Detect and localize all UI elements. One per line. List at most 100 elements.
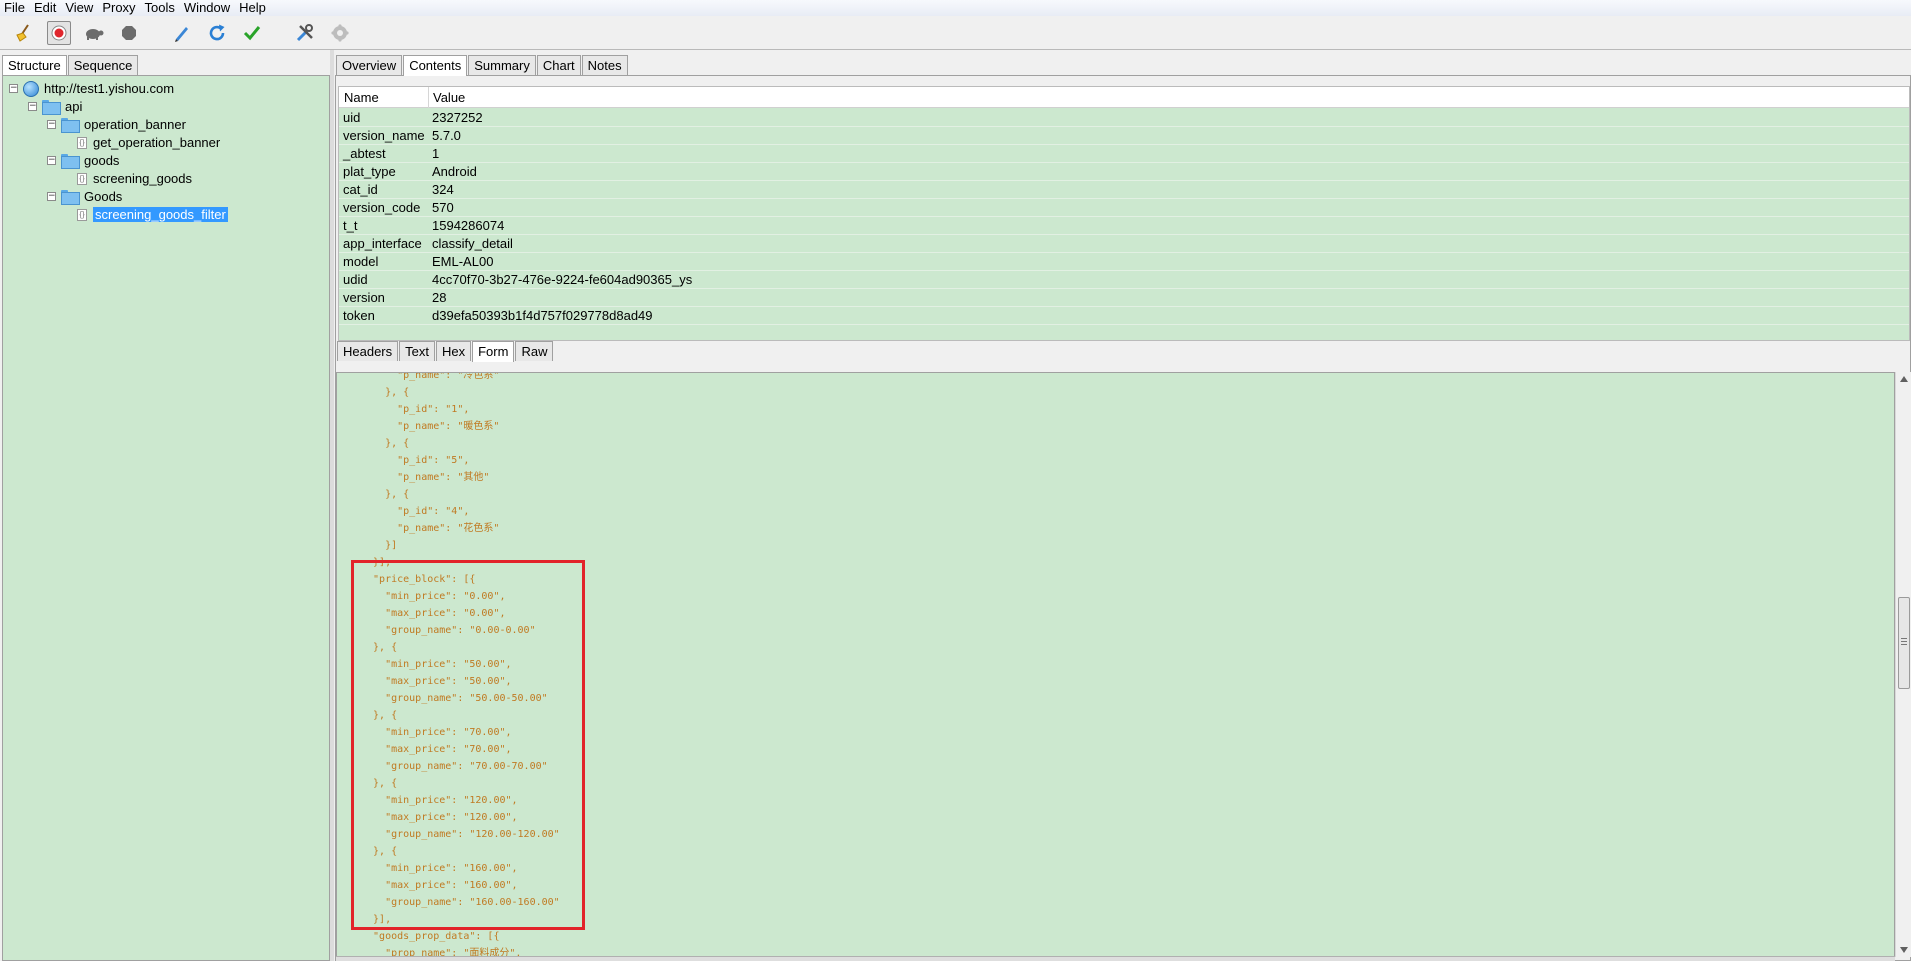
settings-icon bbox=[331, 23, 349, 42]
scroll-thumb[interactable] bbox=[1898, 597, 1910, 689]
throttle-button[interactable] bbox=[82, 21, 106, 45]
param-value: 324 bbox=[432, 182, 454, 197]
menu-bar: File Edit View Proxy Tools Window Help bbox=[0, 0, 1911, 16]
price-block-highlight bbox=[351, 560, 585, 930]
collapse-toggle-icon[interactable]: − bbox=[9, 84, 18, 93]
left-tab-bar: Structure Sequence bbox=[2, 55, 139, 76]
folder-icon bbox=[42, 100, 61, 115]
param-value: 2327252 bbox=[432, 110, 483, 125]
json-line: }, { bbox=[361, 387, 410, 398]
table-row[interactable]: cat_id 324 bbox=[339, 181, 1909, 199]
param-name: uid bbox=[343, 110, 361, 125]
tree-node-label: get_operation_banner bbox=[93, 135, 221, 150]
param-value: d39efa50393b1f4d757f029778d8ad49 bbox=[432, 308, 653, 323]
tree-node[interactable]: − operation_banner bbox=[47, 116, 186, 133]
tab-notes[interactable]: Notes bbox=[581, 55, 628, 75]
table-row[interactable]: version 28 bbox=[339, 289, 1909, 307]
collapse-toggle-icon[interactable]: − bbox=[47, 192, 56, 201]
breakpoint-icon bbox=[122, 25, 136, 40]
scroll-up-arrow-icon[interactable] bbox=[1900, 376, 1908, 382]
json-file-icon: {} bbox=[77, 172, 87, 185]
param-value: 1 bbox=[432, 146, 440, 161]
tree-node-label: http://test1.yishou.com bbox=[44, 81, 175, 96]
tab-raw[interactable]: Raw bbox=[515, 341, 554, 361]
tree-node[interactable]: {} get_operation_banner bbox=[65, 134, 220, 151]
param-name: t_t bbox=[343, 218, 358, 233]
validate-button[interactable] bbox=[240, 21, 264, 45]
table-row[interactable]: plat_type Android bbox=[339, 163, 1909, 181]
json-line: "p_name": "其他" bbox=[361, 472, 490, 483]
record-button[interactable] bbox=[47, 20, 71, 45]
param-name: udid bbox=[343, 272, 368, 287]
tab-structure[interactable]: Structure bbox=[2, 55, 67, 76]
json-scrollbar[interactable] bbox=[1895, 372, 1911, 957]
folder-icon bbox=[61, 154, 80, 169]
table-row[interactable]: model EML-AL00 bbox=[339, 253, 1909, 271]
table-row[interactable]: version_code 570 bbox=[339, 199, 1909, 217]
param-name: version bbox=[343, 290, 385, 305]
check-icon bbox=[243, 25, 261, 40]
tree-node[interactable]: {} screening_goods_filter bbox=[65, 206, 228, 223]
collapse-toggle-icon[interactable]: − bbox=[47, 156, 56, 165]
tree-node-label: api bbox=[65, 99, 83, 114]
menu-help[interactable]: Help bbox=[239, 1, 266, 15]
settings-button[interactable] bbox=[328, 21, 352, 45]
tree-node[interactable]: − http://test1.yishou.com bbox=[9, 80, 174, 97]
tab-summary[interactable]: Summary bbox=[468, 55, 536, 75]
menu-view[interactable]: View bbox=[65, 1, 93, 15]
param-name: version_code bbox=[343, 200, 421, 215]
tab-hex[interactable]: Hex bbox=[435, 341, 472, 361]
table-row[interactable]: uid 2327252 bbox=[339, 109, 1909, 127]
tree-node-label: screening_goods_filter bbox=[93, 207, 228, 222]
toolbar bbox=[0, 16, 1911, 50]
scroll-down-arrow-icon[interactable] bbox=[1900, 947, 1908, 953]
collapse-toggle-icon[interactable]: − bbox=[28, 102, 37, 111]
tab-sequence[interactable]: Sequence bbox=[67, 55, 139, 75]
menu-tools[interactable]: Tools bbox=[145, 1, 175, 15]
table-row[interactable]: _abtest 1 bbox=[339, 145, 1909, 163]
compose-button[interactable] bbox=[170, 21, 194, 45]
json-file-icon: {} bbox=[77, 208, 87, 221]
tab-chart[interactable]: Chart bbox=[536, 55, 581, 75]
table-row[interactable]: t_t 1594286074 bbox=[339, 217, 1909, 235]
json-file-icon: {} bbox=[77, 136, 87, 149]
json-line: "p_name": "花色系" bbox=[361, 523, 500, 534]
structure-tree: − http://test1.yishou.com − api − operation_b… bbox=[2, 75, 330, 961]
param-value: 28 bbox=[432, 290, 447, 305]
tree-node[interactable]: − api bbox=[28, 98, 82, 115]
tree-node[interactable]: − goods bbox=[47, 152, 119, 169]
turtle-icon bbox=[86, 28, 104, 40]
param-value: classify_detail bbox=[432, 236, 513, 251]
breakpoints-button[interactable] bbox=[117, 21, 141, 45]
table-row[interactable]: token d39efa50393b1f4d757f029778d8ad49 bbox=[339, 307, 1909, 325]
param-value: EML-AL00 bbox=[432, 254, 494, 269]
tab-text[interactable]: Text bbox=[399, 341, 435, 361]
globe-icon bbox=[23, 80, 39, 97]
param-value: 4cc70f70-3b27-476e-9224-fe604ad90365_ys bbox=[432, 272, 693, 287]
repeat-button[interactable] bbox=[205, 21, 229, 45]
table-row[interactable]: version_name 5.7.0 bbox=[339, 127, 1909, 145]
collapse-toggle-icon[interactable]: − bbox=[47, 120, 56, 129]
menu-file[interactable]: File bbox=[4, 1, 25, 15]
json-line: "p_id": "4", bbox=[361, 506, 470, 517]
horizontal-scrollbar[interactable] bbox=[336, 956, 1895, 961]
tree-node-label: operation_banner bbox=[84, 117, 186, 132]
menu-window[interactable]: Window bbox=[184, 1, 230, 15]
tab-overview[interactable]: Overview bbox=[336, 55, 403, 75]
menu-proxy[interactable]: Proxy bbox=[102, 1, 135, 15]
tab-headers[interactable]: Headers bbox=[337, 341, 399, 361]
column-header-value[interactable]: Value bbox=[433, 90, 465, 105]
menu-edit[interactable]: Edit bbox=[34, 1, 56, 15]
panel-splitter[interactable] bbox=[330, 50, 334, 961]
tree-node[interactable]: {} screening_goods bbox=[65, 170, 192, 187]
tab-contents[interactable]: Contents bbox=[403, 55, 468, 76]
tab-form[interactable]: Form bbox=[472, 341, 515, 362]
request-params-table: Name Value uid 2327252 version_name 5.7.0 _a… bbox=[338, 86, 1910, 341]
tree-node[interactable]: − Goods bbox=[47, 188, 122, 205]
table-row[interactable]: udid 4cc70f70-3b27-476e-9224-fe604ad90365… bbox=[339, 271, 1909, 289]
param-name: version_name bbox=[343, 128, 425, 143]
tools-button[interactable] bbox=[293, 21, 317, 45]
clear-button[interactable] bbox=[12, 21, 36, 45]
table-row[interactable]: app_interface classify_detail bbox=[339, 235, 1909, 253]
column-header-name[interactable]: Name bbox=[344, 90, 379, 105]
